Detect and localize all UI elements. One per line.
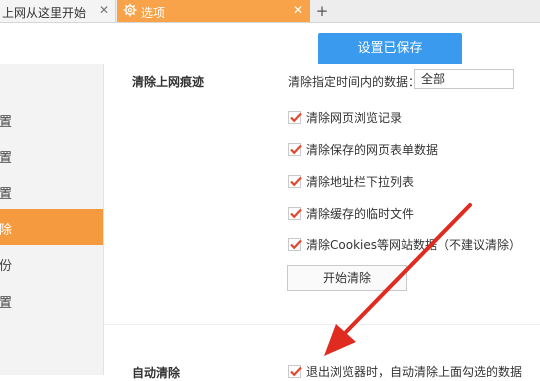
option-label: 清除保存的网页表单数据 — [306, 143, 439, 157]
gear-icon — [123, 3, 137, 17]
checkmark-icon — [290, 239, 302, 250]
clear-range-label: 清除指定时间内的数据： — [288, 75, 421, 89]
checkmark-icon — [290, 366, 302, 377]
sidebar-item-clear[interactable]: 除 — [0, 209, 103, 245]
sidebar-item-5[interactable]: 份 — [0, 245, 103, 281]
tab-strip: 上网从这里开始 ✕ 选项 ✕ + — [0, 0, 540, 23]
sidebar-item-1[interactable]: 置 — [0, 101, 103, 137]
settings-saved-button[interactable]: 设置已保存 — [318, 33, 462, 65]
close-icon[interactable]: ✕ — [293, 3, 303, 17]
sidebar-item-2[interactable]: 置 — [0, 137, 103, 173]
option-clear-history[interactable]: 清除网页浏览记录 — [288, 109, 402, 126]
sidebar-item-label: 份 — [0, 259, 13, 274]
checkmark-icon — [290, 176, 302, 187]
option-label: 清除Cookies等网站数据（不建议清除） — [306, 238, 521, 252]
tab-options[interactable]: 选项 ✕ — [117, 0, 310, 22]
sidebar-item-label: 置 — [0, 115, 13, 130]
sidebar-item-label: 置 — [0, 296, 13, 311]
sidebar-item-3[interactable]: 置 — [0, 173, 103, 209]
new-tab-button[interactable]: + — [312, 1, 332, 21]
option-clear-cache[interactable]: 清除缓存的临时文件 — [288, 205, 414, 222]
sidebar-item-6[interactable]: 置 — [0, 282, 103, 318]
tab-title: 上网从这里开始 — [2, 6, 87, 20]
sidebar-item-label: 除 — [0, 223, 13, 238]
sidebar-item-label: 置 — [0, 187, 13, 202]
section-title-clear-history: 清除上网痕迹 — [132, 75, 205, 89]
sidebar-item-label: 置 — [0, 151, 13, 166]
section-title-auto-clear: 自动清除 — [132, 366, 181, 380]
checkmark-icon — [290, 112, 302, 123]
checkmark-icon — [290, 144, 302, 155]
option-auto-clear-on-exit[interactable]: 退出浏览器时，自动清除上面勾选的数据 — [288, 363, 522, 380]
checkbox[interactable] — [288, 111, 302, 124]
checkmark-icon — [290, 208, 302, 219]
checkbox[interactable] — [288, 238, 302, 251]
option-label: 清除缓存的临时文件 — [306, 207, 415, 221]
close-icon[interactable]: ✕ — [99, 3, 109, 17]
checkbox[interactable] — [288, 143, 302, 156]
checkbox[interactable] — [288, 175, 302, 188]
checkbox[interactable] — [288, 365, 302, 378]
start-clear-button[interactable]: 开始清除 — [287, 265, 407, 291]
option-clear-form-data[interactable]: 清除保存的网页表单数据 — [288, 141, 438, 158]
option-clear-address-bar[interactable]: 清除地址栏下拉列表 — [288, 173, 414, 190]
tab-title: 选项 — [141, 6, 166, 20]
option-label: 清除地址栏下拉列表 — [306, 175, 415, 189]
option-label: 清除网页浏览记录 — [306, 111, 403, 125]
section-divider — [104, 324, 540, 325]
sidebar: 置 置 置 除 份 置 — [0, 64, 104, 375]
clear-range-select[interactable]: 全部 — [414, 69, 514, 89]
option-label: 退出浏览器时，自动清除上面勾选的数据 — [306, 365, 523, 379]
tab-start-page[interactable]: 上网从这里开始 ✕ — [0, 0, 116, 22]
checkbox[interactable] — [288, 207, 302, 220]
option-clear-cookies[interactable]: 清除Cookies等网站数据（不建议清除） — [288, 236, 521, 253]
